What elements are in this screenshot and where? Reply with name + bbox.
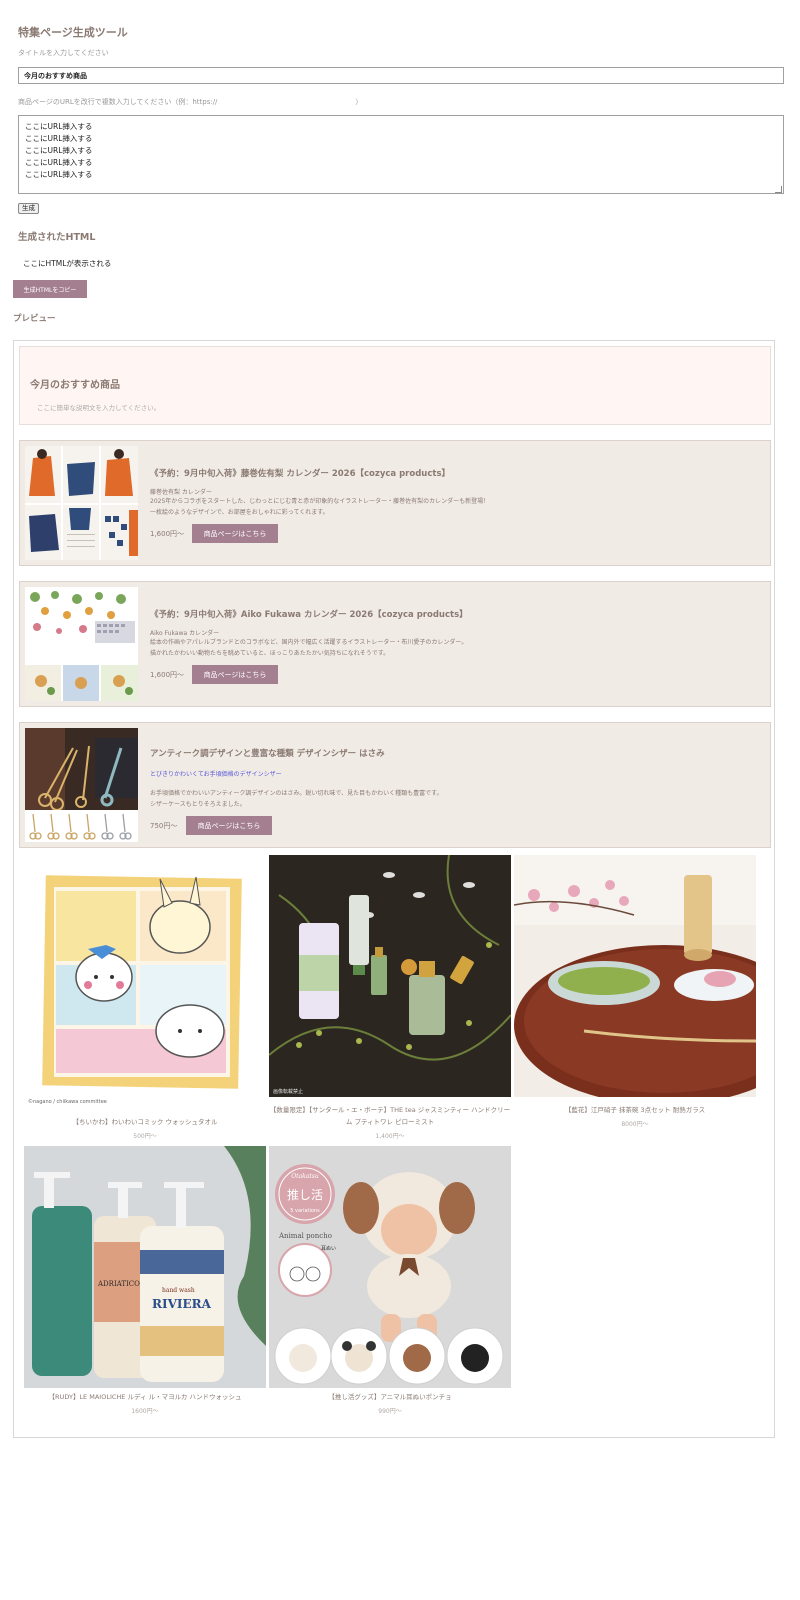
featured-description-line: 絵本の作画やアパレルブランドとのコラボなど、国内外で幅広く活躍するイラストレータ… — [150, 639, 468, 646]
featured-description-line: 描かれたかわいい動物たちを眺めていると、ほっこりあたたかい気持ちになれそうです。 — [150, 650, 390, 657]
hero-description: ここに簡単な説明文を入力してください。 — [37, 404, 161, 412]
featured-price: 1,600円〜 — [150, 671, 185, 679]
featured-subtitle: Aiko Fukawa カレンダー — [150, 630, 220, 637]
brand-logo-text: Otakatsu — [291, 1173, 319, 1180]
hero-banner: 今月のおすすめ商品 ここに簡単な説明文を入力してください。 — [19, 346, 771, 425]
title-label: タイトルを入力してください — [18, 49, 109, 57]
featured-description-line: 2025年からコラボをスタートした、じわっとにじむ青と赤が印象的なイラストレータ… — [150, 498, 490, 505]
adriatico-label: ADRIATICO — [97, 1280, 140, 1288]
ear-label: 耳ぬい — [321, 1246, 336, 1252]
calendar-image[interactable] — [25, 446, 138, 560]
product-name[interactable]: 【RUDY】LE MAIOLICHE ルディ ル・マヨルカ ハンドウォッシュ — [24, 1391, 266, 1403]
product-name[interactable]: 【藍花】江戸硝子 抹茶碗 3点セット 耐熱ガラス — [514, 1104, 756, 1116]
product-price: 500円〜 — [133, 1133, 157, 1140]
output-heading: 生成されたHTML — [18, 232, 96, 243]
product-page-button[interactable]: 商品ページはこちら — [186, 816, 272, 835]
product-image-tea-cosmetics[interactable]: 画像転載禁止 — [269, 855, 511, 1097]
hand-wash-label-top: hand wash — [162, 1287, 195, 1294]
featured-price: 1,600円〜 — [150, 530, 185, 538]
featured-card: 《予約：9月中旬入荷》藤巻佐有梨 カレンダー 2026【cozyca produ… — [19, 440, 771, 566]
preview-heading: プレビュー — [13, 314, 56, 324]
featured-price: 750円〜 — [150, 822, 178, 830]
featured-title[interactable]: アンティーク調デザインと豊富な種類 デザインシザー はさみ — [150, 747, 385, 759]
product-image-matcha-set[interactable] — [514, 855, 756, 1097]
featured-card: アンティーク調デザインと豊富な種類 デザインシザー はさみ とびきりかわいくてお… — [19, 722, 771, 848]
url-label-end: ） — [355, 98, 363, 106]
html-output[interactable]: ここにHTMLが表示される — [23, 258, 111, 269]
product-image-towel[interactable]: ©nagano / chiikawa committee — [24, 867, 266, 1109]
product-image-hand-wash[interactable]: hand wash RIVIERA ADRIATICO — [24, 1146, 266, 1388]
featured-description-line: シザーケースもとりそろえました。 — [150, 801, 246, 808]
copy-html-button[interactable]: 生成HTMLをコピー — [13, 280, 87, 298]
product-name[interactable]: 【ちいかわ】わいわいコミック ウォッシュタオル — [24, 1116, 266, 1128]
featured-description-line: 一枚絵のようなデザインで、お部屋をおしゃれに彩ってくれます。 — [150, 509, 329, 516]
scissors-image[interactable] — [25, 728, 138, 842]
towel-copyright: ©nagano / chiikawa committee — [28, 1098, 107, 1105]
product-name[interactable]: 【推し活グッズ】アニマル耳ぬいポンチョ — [269, 1391, 511, 1403]
textarea-resize-handle[interactable] — [775, 186, 782, 193]
product-image-animal-poncho[interactable]: Otakatsu 推し活 5 variations Animal poncho … — [269, 1146, 511, 1388]
product-price: 990円〜 — [378, 1408, 402, 1415]
url-textarea[interactable]: ここにURL挿入する ここにURL挿入する ここにURL挿入する ここにURL挿… — [18, 115, 784, 194]
variations-text: 5 variations — [290, 1208, 320, 1214]
featured-subtitle: とびきりかわいくてお手頃価格のデザインシザー — [150, 771, 282, 778]
tool-title: 特集ページ生成ツール — [18, 26, 128, 39]
product-page-button[interactable]: 商品ページはこちら — [192, 665, 278, 684]
hero-title: 今月のおすすめ商品 — [30, 380, 120, 391]
preview-frame: 今月のおすすめ商品 ここに簡単な説明文を入力してください。 《予約：9月中旬入荷… — [13, 340, 775, 1438]
oshikatsu-badge: 推し活 — [287, 1188, 323, 1202]
featured-title[interactable]: 《予約：9月中旬入荷》Aiko Fukawa カレンダー 2026【cozyca… — [150, 608, 468, 620]
product-name[interactable]: 【数量限定】【サンタール・エ・ボーテ】THE tea ジャスミンティー ハンドク… — [269, 1104, 511, 1128]
product-page-button[interactable]: 商品ページはこちら — [192, 524, 278, 543]
url-label: 商品ページのURLを改行で複数入力してください（例：https:// ） — [18, 97, 362, 107]
url-label-text: 商品ページのURLを改行で複数入力してください（例：https:// — [18, 98, 218, 106]
title-input[interactable] — [18, 67, 784, 84]
animal-poncho-text: Animal poncho — [278, 1232, 332, 1240]
featured-description-line: お手頃価格でかわいいアンティーク調デザインのはさみ。鋭い切れ味で、見た目もかわい… — [150, 790, 443, 797]
image-no-reprint: 画像転載禁止 — [273, 1088, 303, 1095]
featured-title[interactable]: 《予約：9月中旬入荷》藤巻佐有梨 カレンダー 2026【cozyca produ… — [150, 467, 450, 479]
featured-card: 《予約：9月中旬入荷》Aiko Fukawa カレンダー 2026【cozyca… — [19, 581, 771, 707]
generate-button[interactable]: 生成 — [18, 203, 39, 214]
riviera-label: RIVIERA — [152, 1297, 212, 1311]
product-price: 8000円〜 — [621, 1121, 649, 1128]
featured-subtitle: 藤巻佐有梨 カレンダー — [150, 489, 212, 496]
calendar-image[interactable] — [25, 587, 138, 701]
product-price: 1,400円〜 — [375, 1133, 405, 1140]
product-price: 1600円〜 — [131, 1408, 159, 1415]
